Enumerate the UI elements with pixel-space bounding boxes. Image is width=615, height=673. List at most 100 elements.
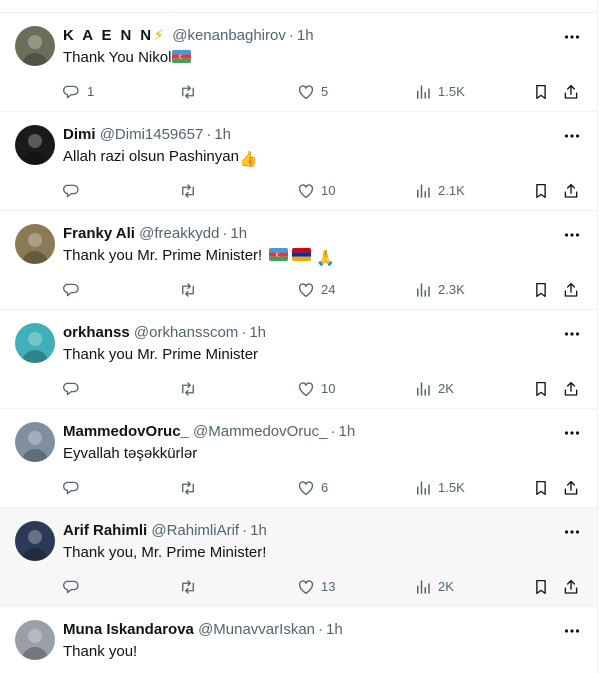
avatar[interactable]	[15, 224, 55, 264]
reply-icon	[63, 578, 81, 596]
bookmark-button[interactable]	[532, 379, 550, 399]
like-button[interactable]: 13	[297, 577, 335, 597]
views-button[interactable]: 2K	[414, 379, 454, 399]
retweet-button[interactable]	[179, 577, 203, 597]
armenia-flag-icon	[292, 248, 312, 261]
more-icon[interactable]	[562, 27, 582, 47]
reply-icon	[63, 281, 81, 299]
like-button[interactable]: 24	[297, 280, 335, 300]
views-button[interactable]: 1.5K	[414, 82, 465, 102]
more-icon[interactable]	[562, 225, 582, 245]
views-button[interactable]: 2K	[414, 577, 454, 597]
avatar[interactable]	[15, 521, 55, 561]
author-handle[interactable]: @RahimliArif	[151, 522, 239, 539]
thumbs-up-icon: 👍	[238, 151, 258, 168]
bookmark-button[interactable]	[532, 577, 550, 597]
reply-button[interactable]	[63, 280, 87, 300]
author-handle[interactable]: @kenanbaghirov	[172, 27, 286, 44]
retweet-button[interactable]	[179, 379, 203, 399]
like-button[interactable]: 6	[297, 478, 328, 498]
tweet-text-content: Thank you, Mr. Prime Minister!	[63, 544, 267, 561]
retweet-button[interactable]	[179, 280, 203, 300]
author-name[interactable]: Dimi	[63, 126, 96, 143]
more-icon[interactable]	[562, 324, 582, 344]
reply-button[interactable]: 1	[63, 82, 94, 102]
tweet-text-content: Thank You Nikol	[63, 49, 172, 66]
timestamp[interactable]: 1h	[338, 423, 355, 440]
author-name[interactable]: Franky Ali	[63, 225, 135, 242]
timestamp[interactable]: 1h	[297, 27, 314, 44]
tweet[interactable]: orkhanss @orkhansscom · 1h Thank you Mr. P…	[0, 310, 597, 409]
author-handle[interactable]: @Dimi1459657	[100, 126, 204, 143]
timestamp[interactable]: 1h	[249, 324, 266, 341]
bookmark-button[interactable]	[532, 280, 550, 300]
share-button[interactable]	[562, 181, 580, 201]
avatar[interactable]	[15, 125, 55, 165]
tweet[interactable]: Franky Ali @freakkydd · 1h Thank you Mr. P…	[0, 211, 597, 310]
share-icon	[562, 182, 580, 200]
timestamp[interactable]: 1h	[250, 522, 267, 539]
tweet-text: Thank you, Mr. Prime Minister!	[63, 543, 266, 563]
like-button[interactable]: 5	[297, 82, 328, 102]
author-name[interactable]: Muna Iskandarova	[63, 621, 194, 638]
tweet[interactable]: Arif Rahimli @RahimliArif · 1h Thank you, …	[0, 508, 597, 607]
author-handle[interactable]: @freakkydd	[139, 225, 219, 242]
like-count: 5	[321, 84, 329, 99]
reply-button[interactable]	[63, 478, 87, 498]
avatar[interactable]	[15, 620, 55, 660]
views-button[interactable]: 1.5K	[414, 478, 465, 498]
views-icon	[414, 578, 432, 596]
avatar[interactable]	[15, 323, 55, 363]
retweet-button[interactable]	[179, 82, 203, 102]
tweet[interactable]: Muna Iskandarova @MunavvarIskan · 1h Thank…	[0, 607, 597, 673]
tweet[interactable]: MammedovOruc_ @MammedovOruc_ · 1h Eyvallah…	[0, 409, 597, 508]
tweet[interactable]: Dimi @Dimi1459657 · 1h Allah razi olsun Pa…	[0, 112, 597, 211]
author-name[interactable]: Arif Rahimli	[63, 522, 147, 539]
avatar[interactable]	[15, 26, 55, 66]
share-icon	[562, 578, 580, 596]
tweet-text-content: Eyvallah təşəkkürlər	[63, 445, 198, 462]
timestamp[interactable]: 1h	[326, 621, 343, 638]
avatar[interactable]	[15, 422, 55, 462]
retweet-button[interactable]	[179, 181, 203, 201]
share-button[interactable]	[562, 478, 580, 498]
tweet-actions: 10 2.1K	[0, 181, 597, 201]
bookmark-button[interactable]	[532, 181, 550, 201]
tweet-actions: 10 2K	[0, 379, 597, 399]
more-icon[interactable]	[562, 621, 582, 641]
tweet-text: Thank you Mr. Prime Minister	[63, 345, 258, 365]
more-icon[interactable]	[562, 522, 582, 542]
author-name[interactable]: orkhanss	[63, 324, 130, 341]
tweet-text-content: Allah razi olsun Pashinyan	[63, 148, 239, 165]
author-name[interactable]: MammedovOruc_	[63, 423, 189, 440]
share-button[interactable]	[562, 280, 580, 300]
timestamp[interactable]: 1h	[214, 126, 231, 143]
bookmark-button[interactable]	[532, 478, 550, 498]
share-button[interactable]	[562, 82, 580, 102]
reply-button[interactable]	[63, 577, 87, 597]
author-handle[interactable]: @MammedovOruc_	[193, 423, 327, 440]
timestamp[interactable]: 1h	[230, 225, 247, 242]
like-count: 6	[321, 480, 329, 495]
reply-button[interactable]	[63, 379, 87, 399]
name-badge: ⚡	[153, 27, 165, 44]
tweet-text-content: Thank you Mr. Prime Minister!	[63, 247, 263, 264]
bookmark-icon	[532, 182, 550, 200]
tweet[interactable]: K A E N N⚡ @kenanbaghirov · 1h Thank You N…	[0, 13, 597, 112]
bookmark-button[interactable]	[532, 82, 550, 102]
views-button[interactable]: 2.3K	[414, 280, 465, 300]
like-button[interactable]: 10	[297, 379, 335, 399]
more-icon[interactable]	[562, 126, 582, 146]
author-handle[interactable]: @orkhansscom	[134, 324, 238, 341]
views-button[interactable]: 2.1K	[414, 181, 465, 201]
more-icon[interactable]	[562, 423, 582, 443]
author-name[interactable]: K A E N N	[63, 27, 154, 44]
share-button[interactable]	[562, 577, 580, 597]
heart-icon	[297, 182, 315, 200]
author-handle[interactable]: @MunavvarIskan	[198, 621, 315, 638]
praying-hands-icon: 🙏	[316, 250, 336, 267]
like-button[interactable]: 10	[297, 181, 335, 201]
retweet-button[interactable]	[179, 478, 203, 498]
reply-button[interactable]	[63, 181, 87, 201]
share-button[interactable]	[562, 379, 580, 399]
